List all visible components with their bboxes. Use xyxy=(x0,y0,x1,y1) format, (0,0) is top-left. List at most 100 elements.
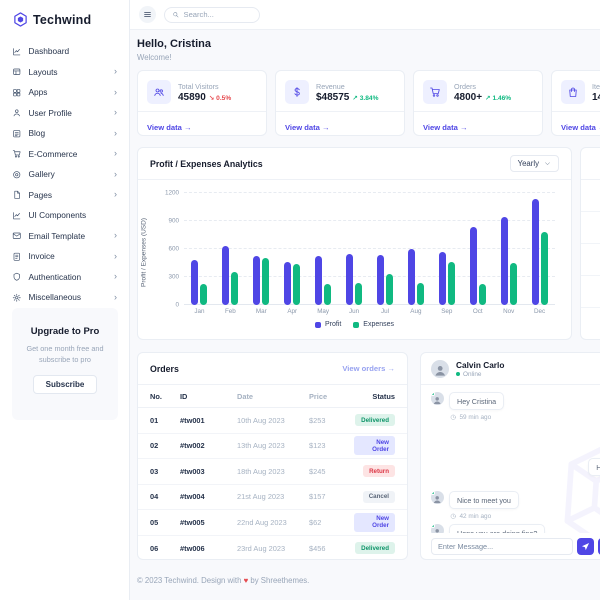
footer-text-after: by Shreethemes. xyxy=(250,576,309,585)
message-bubble: Hey Cristina xyxy=(449,392,504,410)
gallery-icon xyxy=(12,170,22,180)
view-orders-link[interactable]: View orders → xyxy=(342,364,395,373)
col-id: ID xyxy=(180,392,237,401)
order-price: $245 xyxy=(309,467,354,476)
expenses-bar-sep xyxy=(448,262,455,305)
col-date: Date xyxy=(237,392,309,401)
sidebar-item-pages[interactable]: Pages › xyxy=(0,185,129,206)
order-date: 23rd Aug 2023 xyxy=(237,544,309,553)
chevron-right-icon: › xyxy=(114,149,117,158)
order-date: 22nd Aug 2023 xyxy=(237,518,309,527)
message-avatar xyxy=(431,392,444,405)
upgrade-description: Get one month free and subscribe to pro xyxy=(20,343,110,366)
side-panel-clipped xyxy=(580,147,600,340)
order-price: $62 xyxy=(309,518,354,527)
sidebar-item-email-template[interactable]: Email Template › xyxy=(0,226,129,247)
chevron-right-icon: › xyxy=(114,170,117,179)
status-badge: New Order xyxy=(354,513,395,532)
sidebar-item-user-profile[interactable]: User Profile › xyxy=(0,103,129,124)
profit-bar-jun xyxy=(346,254,353,305)
x-tick-label: Jul xyxy=(370,308,401,315)
page-subtitle: Welcome! xyxy=(137,53,172,62)
send-button[interactable] xyxy=(577,538,594,555)
grid-icon xyxy=(12,88,22,98)
view-data-link[interactable]: View data → xyxy=(423,123,468,132)
order-price: $456 xyxy=(309,544,354,553)
sidebar-item-ui-components[interactable]: UI Components › xyxy=(0,205,129,226)
cart-icon xyxy=(12,149,22,159)
search-input[interactable] xyxy=(184,10,254,19)
upgrade-card: Upgrade to Pro Get one month free and su… xyxy=(12,308,118,420)
chevron-right-icon: › xyxy=(114,252,117,261)
bag-icon xyxy=(567,86,579,98)
side-panel-row xyxy=(581,244,600,276)
clock-icon xyxy=(450,513,457,520)
invoice-icon xyxy=(12,252,22,262)
chart-line-icon xyxy=(12,211,22,221)
view-data-link[interactable]: View data → xyxy=(285,123,330,132)
order-price: $253 xyxy=(309,416,354,425)
footer-text-before: © 2023 Techwind. Design with xyxy=(137,576,241,585)
x-tick-label: Jun xyxy=(339,308,370,315)
sidebar-item-layouts[interactable]: Layouts › xyxy=(0,62,129,83)
techwind-dashboard: Techwind Dashboard › Layouts › Apps › Us… xyxy=(0,0,600,600)
order-no: 05 xyxy=(150,518,180,527)
table-row: 06 #tw006 23rd Aug 2023 $456 Delivered xyxy=(138,536,407,562)
y-tick-label: 900 xyxy=(168,218,179,225)
expenses-bar-apr xyxy=(293,264,300,305)
person-icon xyxy=(432,395,442,405)
topbar xyxy=(130,0,600,30)
footer-copyright: © 2023 Techwind. Design with ♥ by Shreet… xyxy=(137,576,309,585)
main-content: Hello, Cristina Welcome! Total Visitors … xyxy=(130,30,600,600)
view-data-link[interactable]: View data → xyxy=(561,123,600,132)
sidebar-item-invoice[interactable]: Invoice › xyxy=(0,246,129,267)
legend-expenses: Expenses xyxy=(353,321,394,328)
x-tick-label: May xyxy=(308,308,339,315)
x-tick-label: Feb xyxy=(215,308,246,315)
message-bubble: Nice to meet you xyxy=(449,491,519,509)
col-no: No. xyxy=(150,392,180,401)
analytics-header: Profit / Expenses Analytics Yearly xyxy=(138,148,571,180)
chevron-down-icon xyxy=(544,160,551,167)
y-tick-label: 300 xyxy=(168,274,179,281)
side-panel-row xyxy=(581,276,600,308)
sidebar-item-dashboard[interactable]: Dashboard › xyxy=(0,41,129,62)
expenses-bar-aug xyxy=(417,283,424,305)
stat-value: 4800+ xyxy=(454,92,482,103)
sidebar-item-authentication[interactable]: Authentication › xyxy=(0,267,129,288)
brand-logo[interactable]: Techwind xyxy=(0,0,129,37)
stat-card-items: Items 145 ↗ View data → xyxy=(551,70,600,136)
online-dot-icon xyxy=(456,372,460,376)
message-time: 44 min ago xyxy=(431,480,600,487)
chat-message-input[interactable] xyxy=(431,538,573,555)
legend-profit: Profit xyxy=(315,321,341,328)
col-price: Price xyxy=(309,392,354,401)
bar-group-nov xyxy=(493,193,524,305)
bar-group-jul xyxy=(370,193,401,305)
orders-title: Orders xyxy=(150,364,179,374)
period-select[interactable]: Yearly xyxy=(510,155,559,172)
sidebar-item-gallery[interactable]: Gallery › xyxy=(0,164,129,185)
view-data-link[interactable]: View data → xyxy=(147,123,192,132)
col-status: Status xyxy=(354,392,395,401)
sidebar-item-apps[interactable]: Apps › xyxy=(0,82,129,103)
subscribe-button[interactable]: Subscribe xyxy=(33,375,98,394)
sidebar-item-e-commerce[interactable]: E-Commerce › xyxy=(0,144,129,165)
menu-toggle-button[interactable] xyxy=(139,6,156,23)
sidebar-item-blog[interactable]: Blog › xyxy=(0,123,129,144)
message-avatar xyxy=(431,491,444,504)
person-icon xyxy=(432,494,442,504)
side-panel-row xyxy=(581,180,600,212)
bar-group-aug xyxy=(400,193,431,305)
expenses-bar-oct xyxy=(479,284,486,305)
stat-label: Total Visitors xyxy=(178,82,231,91)
blog-icon xyxy=(12,129,22,139)
chat-status-label: Online xyxy=(463,371,481,378)
profit-bar-apr xyxy=(284,262,291,305)
heart-icon: ♥ xyxy=(244,576,249,585)
chat-user-name: Calvin Carlo xyxy=(456,360,504,370)
order-price: $157 xyxy=(309,492,354,501)
message-time: 45 min ago xyxy=(431,447,600,454)
order-id: #tw001 xyxy=(180,416,237,425)
sidebar-item-miscellaneous[interactable]: Miscellaneous › xyxy=(0,287,129,308)
